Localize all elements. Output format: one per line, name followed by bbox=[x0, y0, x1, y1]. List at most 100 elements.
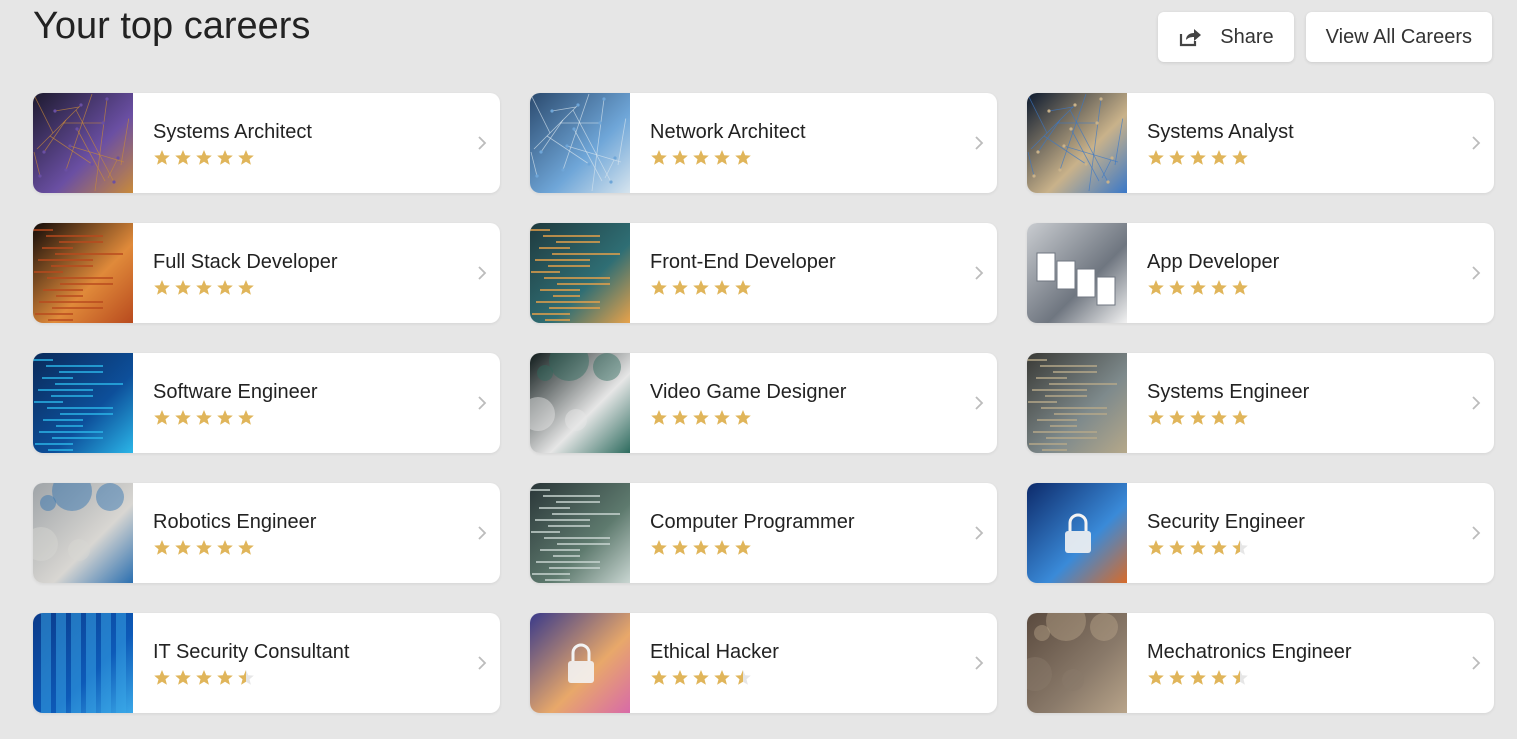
star-full-icon bbox=[692, 669, 710, 691]
star-full-icon bbox=[1231, 409, 1249, 431]
star-full-icon bbox=[1168, 539, 1186, 561]
share-icon bbox=[1178, 26, 1202, 48]
career-card[interactable]: Security Engineer bbox=[1027, 483, 1494, 583]
star-full-icon bbox=[692, 539, 710, 561]
rating-stars bbox=[1147, 669, 1494, 691]
career-info: Systems Engineer bbox=[1127, 353, 1494, 453]
header-actions: Share View All Careers bbox=[1158, 12, 1492, 62]
career-thumbnail bbox=[530, 93, 630, 193]
star-half-icon bbox=[237, 669, 255, 691]
career-thumbnail bbox=[530, 223, 630, 323]
career-thumbnail bbox=[1027, 353, 1127, 453]
career-title: Systems Engineer bbox=[1147, 381, 1310, 403]
star-full-icon bbox=[734, 409, 752, 431]
star-full-icon bbox=[713, 279, 731, 301]
rating-stars bbox=[650, 539, 997, 561]
career-title: Robotics Engineer bbox=[153, 511, 317, 533]
career-card[interactable]: Software Engineer bbox=[33, 353, 500, 453]
star-full-icon bbox=[174, 279, 192, 301]
star-full-icon bbox=[1210, 539, 1228, 561]
star-full-icon bbox=[671, 409, 689, 431]
career-info: Systems Architect bbox=[133, 93, 500, 193]
career-thumbnail bbox=[33, 223, 133, 323]
star-full-icon bbox=[216, 279, 234, 301]
star-full-icon bbox=[671, 149, 689, 171]
career-title: Video Game Designer bbox=[650, 381, 847, 403]
star-full-icon bbox=[671, 669, 689, 691]
career-thumbnail bbox=[530, 613, 630, 713]
rating-stars bbox=[1147, 539, 1494, 561]
career-thumbnail bbox=[33, 483, 133, 583]
rating-stars bbox=[1147, 409, 1494, 431]
career-info: App Developer bbox=[1127, 223, 1494, 323]
career-card[interactable]: Front-End Developer bbox=[530, 223, 997, 323]
star-full-icon bbox=[734, 279, 752, 301]
star-full-icon bbox=[1147, 409, 1165, 431]
career-thumbnail bbox=[33, 353, 133, 453]
star-full-icon bbox=[174, 409, 192, 431]
career-thumbnail bbox=[1027, 483, 1127, 583]
star-full-icon bbox=[1168, 409, 1186, 431]
star-full-icon bbox=[216, 409, 234, 431]
career-title: IT Security Consultant bbox=[153, 641, 350, 663]
star-full-icon bbox=[1210, 409, 1228, 431]
star-full-icon bbox=[195, 539, 213, 561]
star-full-icon bbox=[1168, 279, 1186, 301]
star-full-icon bbox=[174, 539, 192, 561]
career-card[interactable]: IT Security Consultant bbox=[33, 613, 500, 713]
star-full-icon bbox=[195, 279, 213, 301]
star-full-icon bbox=[216, 669, 234, 691]
career-card[interactable]: Video Game Designer bbox=[530, 353, 997, 453]
star-full-icon bbox=[713, 539, 731, 561]
star-full-icon bbox=[195, 149, 213, 171]
star-full-icon bbox=[1147, 279, 1165, 301]
star-full-icon bbox=[153, 409, 171, 431]
view-all-careers-button[interactable]: View All Careers bbox=[1305, 12, 1492, 62]
career-title: Network Architect bbox=[650, 121, 806, 143]
career-info: IT Security Consultant bbox=[133, 613, 500, 713]
career-card[interactable]: Network Architect bbox=[530, 93, 997, 193]
chevron-right-icon bbox=[476, 394, 488, 412]
career-card[interactable]: Full Stack Developer bbox=[33, 223, 500, 323]
career-card[interactable]: Computer Programmer bbox=[530, 483, 997, 583]
rating-stars bbox=[153, 409, 500, 431]
career-title: Full Stack Developer bbox=[153, 251, 338, 273]
star-full-icon bbox=[1210, 149, 1228, 171]
career-title: App Developer bbox=[1147, 251, 1280, 273]
star-full-icon bbox=[692, 409, 710, 431]
rating-stars bbox=[1147, 279, 1494, 301]
star-full-icon bbox=[650, 279, 668, 301]
page-title: Your top careers bbox=[33, 5, 311, 47]
chevron-right-icon bbox=[476, 524, 488, 542]
chevron-right-icon bbox=[973, 264, 985, 282]
chevron-right-icon bbox=[1470, 654, 1482, 672]
career-card[interactable]: Systems Analyst bbox=[1027, 93, 1494, 193]
career-card[interactable]: App Developer bbox=[1027, 223, 1494, 323]
career-thumbnail bbox=[1027, 613, 1127, 713]
career-card[interactable]: Systems Architect bbox=[33, 93, 500, 193]
star-full-icon bbox=[1210, 279, 1228, 301]
career-thumbnail bbox=[1027, 93, 1127, 193]
share-label: Share bbox=[1220, 25, 1274, 48]
career-info: Ethical Hacker bbox=[630, 613, 997, 713]
career-info: Security Engineer bbox=[1127, 483, 1494, 583]
star-full-icon bbox=[195, 409, 213, 431]
rating-stars bbox=[650, 279, 997, 301]
career-card[interactable]: Ethical Hacker bbox=[530, 613, 997, 713]
career-info: Software Engineer bbox=[133, 353, 500, 453]
career-thumbnail bbox=[530, 353, 630, 453]
career-info: Robotics Engineer bbox=[133, 483, 500, 583]
career-title: Software Engineer bbox=[153, 381, 318, 403]
star-full-icon bbox=[650, 669, 668, 691]
chevron-right-icon bbox=[1470, 394, 1482, 412]
star-full-icon bbox=[237, 539, 255, 561]
share-button[interactable]: Share bbox=[1158, 12, 1294, 62]
star-full-icon bbox=[1189, 279, 1207, 301]
chevron-right-icon bbox=[973, 654, 985, 672]
star-full-icon bbox=[1189, 409, 1207, 431]
star-full-icon bbox=[1189, 539, 1207, 561]
career-card[interactable]: Systems Engineer bbox=[1027, 353, 1494, 453]
career-card[interactable]: Mechatronics Engineer bbox=[1027, 613, 1494, 713]
chevron-right-icon bbox=[1470, 134, 1482, 152]
career-card[interactable]: Robotics Engineer bbox=[33, 483, 500, 583]
